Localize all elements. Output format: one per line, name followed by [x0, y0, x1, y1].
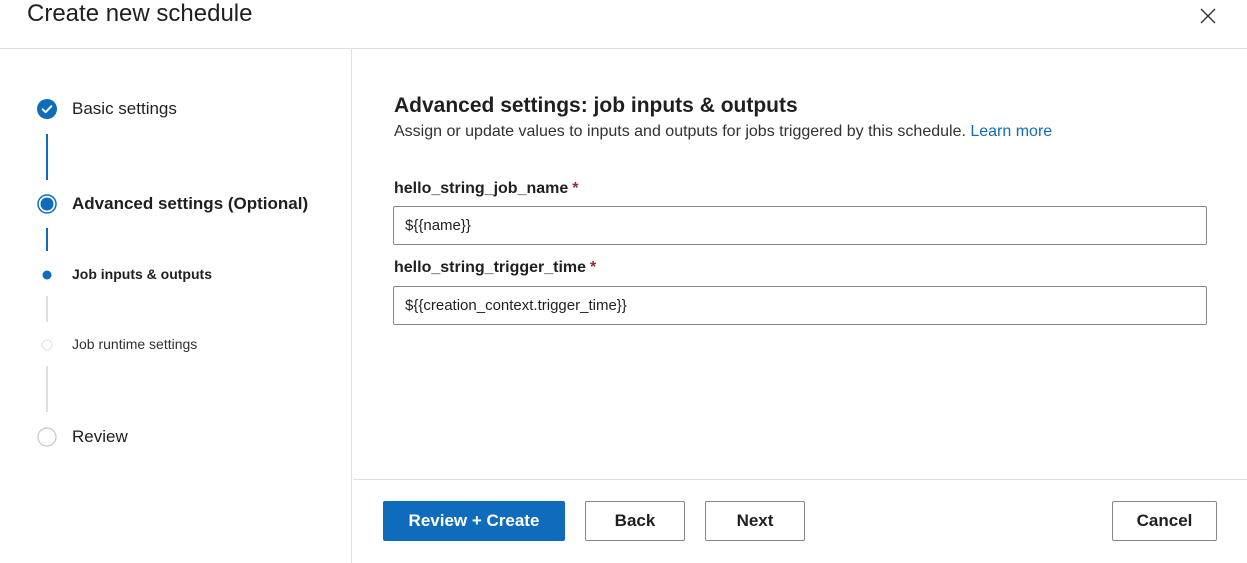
learn-more-link[interactable]: Learn more [970, 123, 1052, 140]
step-connector [46, 366, 48, 412]
main-content: Advanced settings: job inputs & outputs … [353, 49, 1247, 479]
close-button[interactable] [1196, 4, 1220, 28]
close-icon [1200, 8, 1216, 24]
required-asterisk: * [572, 180, 579, 197]
pending-step-circle-icon [37, 427, 57, 447]
substep-label: Job runtime settings [72, 336, 198, 352]
field-label-text: hello_string_job_name [394, 180, 569, 197]
dialog-header: Create new schedule [0, 0, 1247, 49]
step-label: Basic settings [72, 99, 177, 118]
section-title: Advanced settings: job inputs & outputs [394, 94, 798, 117]
trigger-time-input[interactable] [393, 286, 1207, 325]
current-substep-dot-icon [42, 270, 52, 280]
cancel-button[interactable]: Cancel [1112, 501, 1217, 541]
description-text: Assign or update values to inputs and ou… [394, 123, 966, 140]
step-connector [46, 134, 48, 180]
step-label: Advanced settings (Optional) [72, 194, 309, 213]
next-button[interactable]: Next [705, 501, 805, 541]
trigger-time-label: hello_string_trigger_time * [394, 259, 596, 277]
dialog-footer: Review + Create Back Next Cancel [353, 479, 1247, 563]
job-name-input[interactable] [393, 206, 1207, 245]
substep-label: Job inputs & outputs [72, 266, 212, 282]
checkmark-circle-icon [37, 99, 57, 119]
section-description: Assign or update values to inputs and ou… [394, 123, 1052, 141]
step-connector [46, 296, 48, 322]
back-button[interactable]: Back [585, 501, 685, 541]
required-asterisk: * [590, 259, 597, 276]
job-name-label: hello_string_job_name * [394, 180, 579, 198]
current-step-circle-icon [37, 194, 57, 214]
field-label-text: hello_string_trigger_time [394, 259, 587, 276]
step-connector [46, 228, 48, 251]
review-create-button[interactable]: Review + Create [383, 501, 565, 541]
wizard-steps-sidebar: Basic settings Advanced settings (Option… [0, 49, 352, 563]
step-label: Review [72, 427, 128, 446]
pending-substep-dot-icon [41, 339, 53, 351]
dialog-title: Create new schedule [27, 0, 253, 27]
